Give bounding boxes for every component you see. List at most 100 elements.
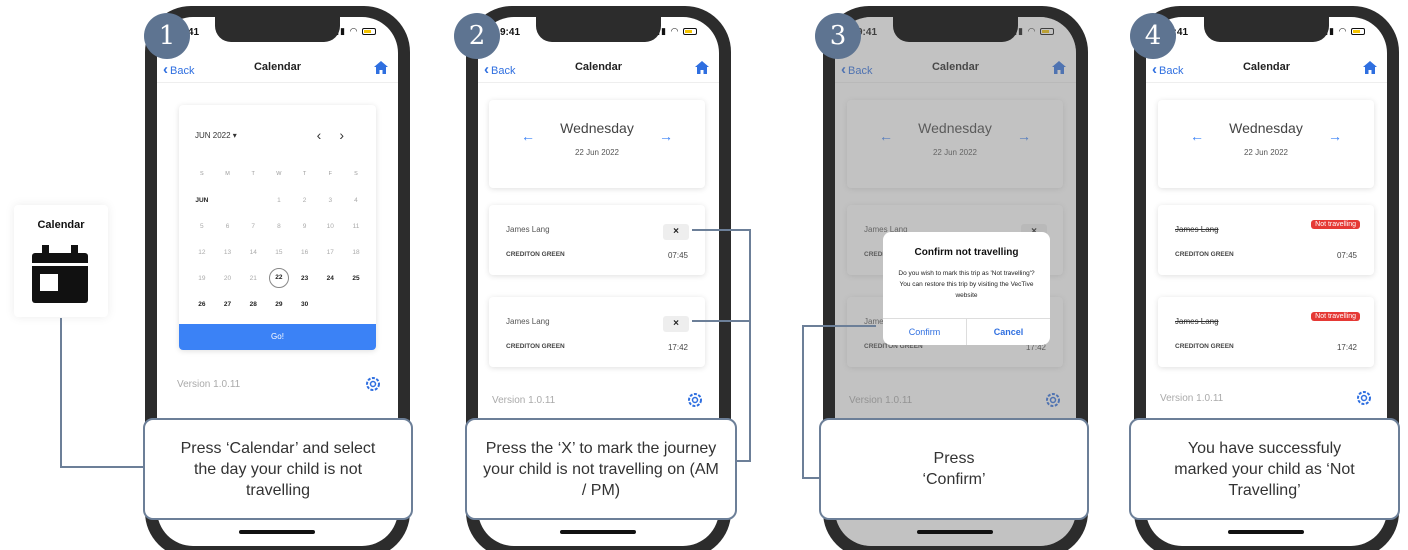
page-title: Calendar — [1242, 61, 1291, 73]
calendar-day[interactable]: 30 — [292, 301, 318, 308]
calendar-day[interactable]: 3 — [317, 197, 343, 204]
gear-icon[interactable] — [688, 393, 702, 407]
calendar-day[interactable]: 28 — [240, 301, 266, 308]
callout-step-1: Press ‘Calendar’ and select the day your… — [143, 418, 413, 520]
notch — [893, 17, 1018, 42]
notch — [536, 17, 661, 42]
go-button[interactable]: Go! — [179, 324, 376, 350]
prev-month-button[interactable]: ‹ — [317, 127, 340, 143]
cancel-button[interactable]: Cancel — [966, 319, 1050, 345]
calendar-day[interactable]: 7 — [240, 223, 266, 230]
next-day-arrow[interactable]: → — [659, 128, 673, 144]
step-2-badge: 2 — [454, 13, 500, 59]
weekday-label: S — [200, 171, 204, 177]
dialog-message: Do you wish to mark this trip as 'Not tr… — [898, 270, 1035, 299]
calendar-week-row: 26 27 28 29 30 — [189, 291, 369, 317]
calendar-day[interactable]: 11 — [343, 223, 369, 230]
home-icon[interactable] — [1363, 61, 1377, 74]
confirm-button[interactable]: Confirm — [883, 319, 966, 345]
dialog-buttons: Confirm Cancel — [883, 318, 1050, 345]
home-icon[interactable] — [374, 61, 388, 74]
nav-bar: ‹ Back Calendar — [1146, 57, 1387, 83]
gear-icon[interactable] — [366, 377, 380, 391]
next-day-arrow[interactable]: → — [1328, 128, 1342, 144]
confirm-dialog: Confirm not travelling Do you wish to ma… — [883, 232, 1050, 345]
calendar-day[interactable]: 14 — [240, 249, 266, 256]
calendar-week-row: JUN 1 2 3 4 — [189, 187, 369, 213]
calendar-day[interactable]: 12 — [189, 249, 215, 256]
day-date: 22 Jun 2022 — [574, 148, 620, 157]
weekday-label: F — [328, 171, 332, 177]
weekday-label: M — [225, 171, 230, 177]
weekday-header-row: SMTWTFS — [189, 161, 369, 187]
not-travelling-x-button[interactable]: × — [663, 316, 689, 332]
connector-line — [736, 460, 751, 462]
trip-time: 07:45 — [667, 251, 688, 260]
connector-line — [802, 325, 876, 327]
battery-icon — [362, 28, 376, 36]
month-nav: ‹› — [317, 127, 362, 143]
calendar-day[interactable]: 25 — [343, 275, 369, 282]
calendar-day[interactable]: 18 — [343, 249, 369, 256]
connector-line — [802, 477, 820, 479]
calendar-grid: S M T W T F S JUN 1 2 3 4 5 6 7 8 9 10 11 12 13 14 15 16 17 18 19 2… — [189, 161, 369, 317]
day-selector-card: ← Wednesday 22 Jun 2022 → — [489, 100, 705, 188]
calendar-day[interactable]: 17 — [317, 249, 343, 256]
home-indicator — [1228, 530, 1304, 534]
battery-icon — [683, 28, 697, 36]
page-title: Calendar — [574, 61, 623, 73]
calendar-day[interactable]: 24 — [317, 275, 343, 282]
trip-card-am: James Lang Not travelling CREDITON GREEN… — [1158, 205, 1374, 275]
callout-step-4: You have successfuly marked your child a… — [1129, 418, 1400, 520]
calendar-day[interactable]: 9 — [292, 223, 318, 230]
calendar-day[interactable]: 26 — [189, 301, 215, 308]
calendar-picker: JUN 2022 ▾ ‹› S M T W T F S JUN 1 2 3 4 5 6 7 8 9 10 11 12 1… — [179, 105, 376, 350]
weekday-label: S — [354, 171, 358, 177]
calendar-day[interactable]: 5 — [189, 223, 215, 230]
home-indicator — [917, 530, 993, 534]
calendar-icon — [32, 245, 88, 303]
nav-bar: ‹ Back Calendar — [157, 57, 398, 83]
trip-passenger-name: James Lang — [1175, 317, 1219, 326]
trip-time: 07:45 — [1336, 251, 1357, 260]
calendar-day[interactable]: 20 — [215, 275, 241, 282]
notch — [1204, 17, 1329, 42]
dialog-title: Confirm not travelling — [914, 247, 1019, 258]
day-selector-card: ← Wednesday 22 Jun 2022 → — [1158, 100, 1374, 188]
trip-stop: CREDITON GREEN — [506, 343, 565, 350]
connector-line — [692, 320, 750, 322]
trip-time: 17:42 — [1336, 343, 1357, 352]
calendar-day[interactable]: 27 — [215, 301, 241, 308]
nav-bar: ‹ Back Calendar — [478, 57, 719, 83]
calendar-day[interactable]: 22 — [266, 268, 292, 288]
calendar-week-row: 12 13 14 15 16 17 18 — [189, 239, 369, 265]
connector-line — [692, 229, 750, 231]
calendar-day[interactable]: 16 — [292, 249, 318, 256]
calendar-day[interactable]: 2 — [292, 197, 318, 204]
calendar-day[interactable]: 29 — [266, 301, 292, 308]
status-time: 9:41 — [500, 27, 521, 38]
home-icon[interactable] — [695, 61, 709, 74]
calendar-tile[interactable]: Calendar — [14, 205, 108, 317]
connector-line — [60, 466, 144, 468]
calendar-day[interactable]: 1 — [266, 197, 292, 204]
trip-passenger-name: James Lang — [506, 317, 550, 326]
month-selector[interactable]: JUN 2022 ▾ — [195, 131, 237, 140]
next-month-button[interactable]: › — [339, 127, 362, 143]
calendar-day[interactable]: 13 — [215, 249, 241, 256]
calendar-day[interactable]: 21 — [240, 275, 266, 282]
calendar-day[interactable]: 8 — [266, 223, 292, 230]
calendar-day[interactable]: 23 — [292, 275, 318, 282]
calendar-day[interactable]: 6 — [215, 223, 241, 230]
calendar-day[interactable]: 10 — [317, 223, 343, 230]
gear-icon[interactable] — [1357, 391, 1371, 405]
calendar-day[interactable]: 4 — [343, 197, 369, 204]
calendar-week-row: 5 6 7 8 9 10 11 — [189, 213, 369, 239]
not-travelling-x-button[interactable]: × — [663, 224, 689, 240]
calendar-day[interactable]: 15 — [266, 249, 292, 256]
trip-passenger-name: James Lang — [506, 225, 550, 234]
not-travelling-badge: Not travelling — [1311, 312, 1360, 321]
calendar-day[interactable]: 19 — [189, 275, 215, 282]
calendar-tile-label: Calendar — [37, 219, 85, 231]
weekday-label: T — [302, 171, 307, 177]
